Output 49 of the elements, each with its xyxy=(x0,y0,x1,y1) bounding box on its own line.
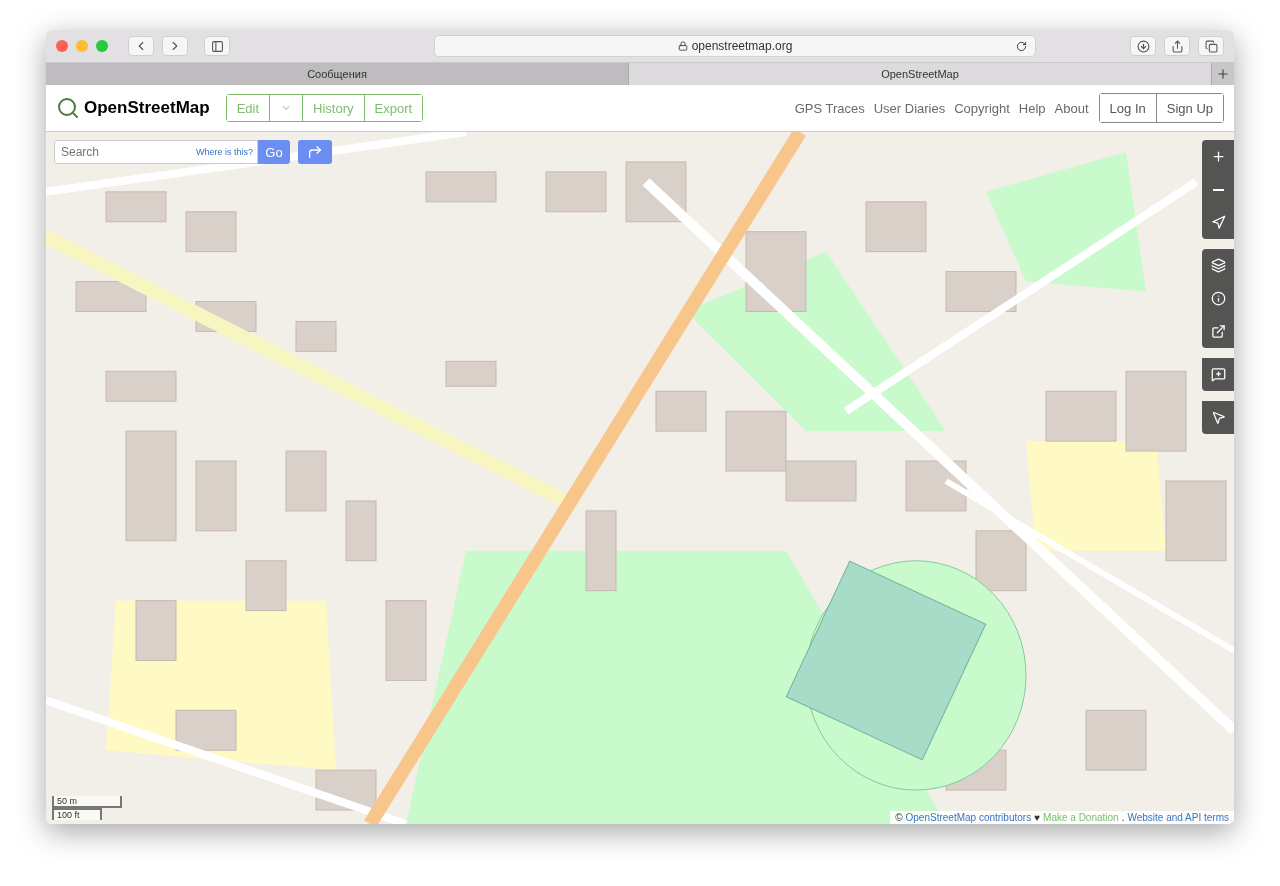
nav-link[interactable]: Copyright xyxy=(954,100,1010,116)
nav-link[interactable]: Help xyxy=(1018,100,1046,116)
back-button[interactable] xyxy=(128,36,154,56)
reload-icon[interactable] xyxy=(1016,40,1027,52)
nav-link[interactable]: User Diaries xyxy=(873,100,946,116)
address-bar[interactable]: openstreetmap.org xyxy=(434,35,1036,57)
query-pointer-button[interactable] xyxy=(1202,401,1234,434)
lock-icon xyxy=(677,41,688,51)
download-icon xyxy=(1136,39,1150,53)
browser-tab[interactable]: Сообщения xyxy=(46,63,629,85)
attribution-link[interactable]: Website and API terms xyxy=(1127,812,1229,823)
info-icon xyxy=(1210,291,1226,306)
tabs-icon xyxy=(1204,39,1218,53)
attribution-link[interactable]: OpenStreetMap contributors xyxy=(905,812,1032,823)
site-logo[interactable]: OpenStreetMap xyxy=(84,98,210,118)
download-button[interactable] xyxy=(1130,36,1156,56)
where-is-this-link[interactable]: Where is this? xyxy=(195,147,253,157)
locate-arrow-icon xyxy=(1210,215,1226,230)
nav-link[interactable]: About xyxy=(1054,100,1089,116)
query-pointer-icon xyxy=(1210,410,1226,425)
zoom-in-icon xyxy=(1210,149,1226,164)
scale-bar: 100 ft xyxy=(52,808,102,820)
sidebar-icon xyxy=(210,39,224,53)
attribution-text: © xyxy=(895,812,903,823)
note-add-button[interactable] xyxy=(1202,358,1234,391)
directions-icon xyxy=(307,144,323,160)
forward-button[interactable] xyxy=(162,36,188,56)
tabs-button[interactable] xyxy=(1198,36,1224,56)
url-text: openstreetmap.org xyxy=(691,39,793,53)
attribution-text: . xyxy=(1121,812,1125,823)
search-field[interactable]: Search Where is this? xyxy=(54,140,258,164)
nav-link[interactable]: GPS Traces xyxy=(794,100,865,116)
note-add-icon xyxy=(1210,367,1226,382)
go-button[interactable]: Go xyxy=(258,140,290,164)
scale-bar: 50 m xyxy=(52,796,122,808)
layers-icon xyxy=(1210,258,1226,273)
attribution-text: ♥ xyxy=(1034,812,1041,823)
layers-button[interactable] xyxy=(1202,249,1234,282)
zoom-out-icon xyxy=(1212,188,1224,191)
share-icon xyxy=(1170,39,1184,53)
directions-button[interactable] xyxy=(298,140,332,164)
logo-icon xyxy=(56,96,80,120)
sidebar-button[interactable] xyxy=(204,36,230,56)
share-button[interactable] xyxy=(1202,315,1234,348)
browser-tab[interactable]: OpenStreetMap xyxy=(629,63,1212,85)
share-button[interactable] xyxy=(1164,36,1190,56)
share-icon xyxy=(1210,324,1226,339)
locate-arrow-button[interactable] xyxy=(1202,206,1234,239)
auth-button[interactable]: Sign Up xyxy=(1155,94,1223,122)
